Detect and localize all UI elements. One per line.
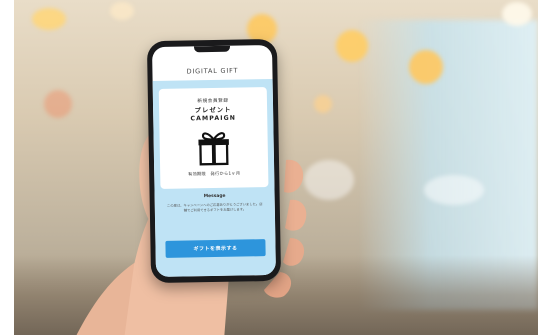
bokeh-light — [32, 8, 66, 30]
show-gift-button-label: ギフトを表示する — [193, 245, 238, 253]
gift-hero-panel: 新規会員登録 プレゼント CAMPAIGN 有効期限 発行から1ヶ月 Messa… — [152, 78, 276, 278]
gift-card: 新規会員登録 プレゼント CAMPAIGN 有効期限 発行から1ヶ月 — [158, 87, 269, 189]
app-header-title: DIGITAL GIFT — [186, 66, 239, 76]
bokeh-light — [409, 50, 443, 84]
message-label: Message — [203, 193, 226, 200]
card-title-en: CAMPAIGN — [190, 114, 237, 123]
smartphone: DIGITAL GIFT 新規会員登録 プレゼント CAMPAIGN 有効期限 … — [146, 38, 282, 284]
phone-notch — [193, 45, 231, 53]
bokeh-light — [502, 2, 532, 26]
bokeh-light — [336, 30, 368, 62]
phone-screen: DIGITAL GIFT 新規会員登録 プレゼント CAMPAIGN 有効期限 … — [152, 44, 276, 278]
bokeh-light — [424, 175, 484, 205]
message-body: この度は、キャンペーンへのご応募ありがとうございました。店舗でご利用できるギフト… — [167, 202, 263, 213]
gift-icon — [198, 132, 229, 166]
bokeh-light — [110, 2, 134, 20]
show-gift-button[interactable]: ギフトを表示する — [165, 239, 266, 258]
card-validity-note: 有効期限 発行から1ヶ月 — [188, 170, 241, 177]
card-title-jp: プレゼント — [194, 106, 232, 115]
